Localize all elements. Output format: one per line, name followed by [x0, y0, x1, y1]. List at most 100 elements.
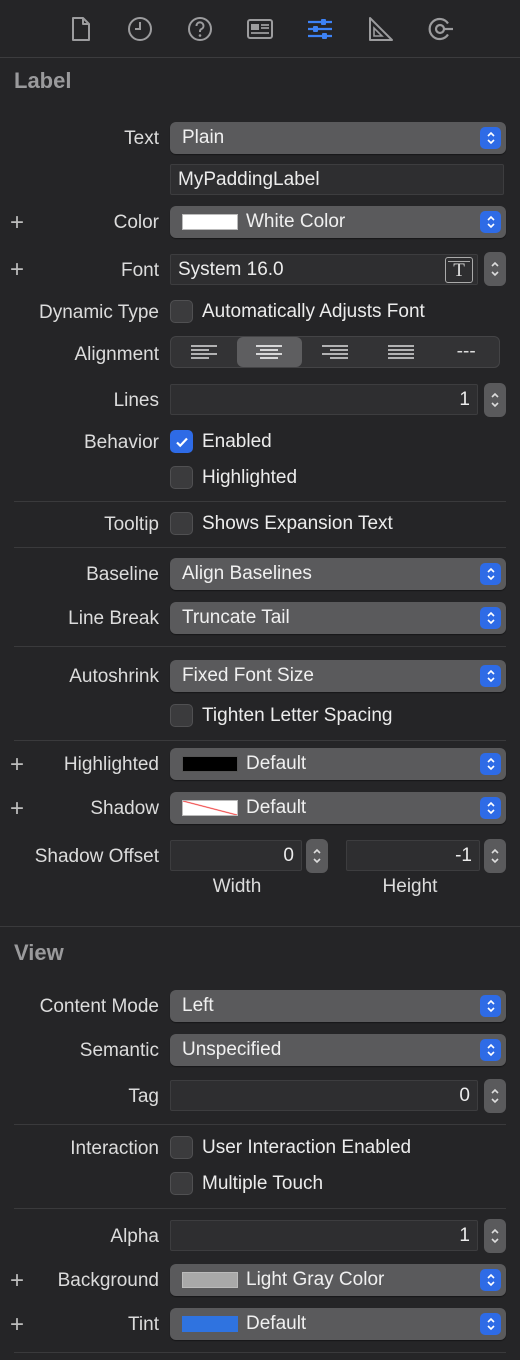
- stepper-arrows-icon: [313, 848, 321, 864]
- tag-stepper[interactable]: [484, 1079, 506, 1113]
- stepper-arrows-icon: [491, 848, 499, 864]
- chevron-updown-icon: [480, 1039, 501, 1061]
- history-icon: [128, 16, 152, 41]
- align-natural-label: ---: [456, 341, 476, 362]
- dynamic-type-option-label: Automatically Adjusts Font: [202, 301, 425, 322]
- color-popup[interactable]: White Color: [170, 206, 506, 238]
- highlighted-checkbox[interactable]: [170, 466, 193, 489]
- help-inspector-tab[interactable]: [170, 0, 230, 58]
- semantic-popup[interactable]: Unspecified: [170, 1034, 506, 1066]
- font-picker-icon[interactable]: T: [445, 257, 473, 283]
- history-inspector-tab[interactable]: [110, 0, 170, 58]
- text-type-popup[interactable]: Plain: [170, 122, 506, 154]
- file-inspector-tab[interactable]: [50, 0, 110, 58]
- baseline-popup[interactable]: Align Baselines: [170, 558, 506, 590]
- chevron-updown-icon: [480, 1313, 501, 1335]
- connections-icon: [428, 17, 453, 40]
- dynamic-type-checkbox[interactable]: [170, 300, 193, 323]
- stepper-arrows-icon: [491, 1088, 499, 1104]
- enabled-option-label: Enabled: [202, 431, 272, 452]
- content-mode-value: Left: [182, 995, 214, 1016]
- autoshrink-popup[interactable]: Fixed Font Size: [170, 660, 506, 692]
- tint-color-popup[interactable]: Default: [170, 1308, 506, 1340]
- shadow-offset-width-stepper[interactable]: [306, 839, 328, 873]
- chevron-updown-icon: [480, 995, 501, 1017]
- lines-field[interactable]: 1: [170, 384, 478, 415]
- add-shadow-variation-button[interactable]: +: [10, 797, 24, 821]
- add-font-variation-button[interactable]: +: [10, 258, 24, 282]
- add-color-variation-button[interactable]: +: [10, 211, 24, 235]
- color-swatch: [182, 214, 238, 230]
- chevron-updown-icon: [480, 753, 501, 775]
- size-icon: [369, 16, 393, 41]
- attributes-inspector-tab[interactable]: [290, 0, 350, 58]
- add-tint-variation-button[interactable]: +: [10, 1313, 24, 1337]
- highlighted-color-popup[interactable]: Default: [170, 748, 506, 780]
- user-interaction-checkbox[interactable]: [170, 1136, 193, 1159]
- align-natural-button[interactable]: ---: [433, 337, 499, 367]
- enabled-checkbox[interactable]: [170, 430, 193, 453]
- line-break-value: Truncate Tail: [182, 607, 290, 628]
- multiple-touch-label: Multiple Touch: [202, 1173, 324, 1194]
- alignment-segmented-control: ---: [170, 336, 500, 368]
- align-justified-button[interactable]: [368, 337, 434, 367]
- highlighted-color-label: Highlighted: [63, 754, 159, 775]
- alpha-stepper[interactable]: [484, 1219, 506, 1253]
- divider: [14, 646, 506, 647]
- color-value: White Color: [246, 211, 346, 232]
- background-label: Background: [57, 1270, 159, 1291]
- multiple-touch-checkbox[interactable]: [170, 1172, 193, 1195]
- shadow-offset-height-field[interactable]: -1: [346, 840, 480, 871]
- font-size-stepper[interactable]: [484, 252, 506, 286]
- font-field[interactable]: System 16.0: [170, 254, 478, 285]
- tag-label: Tag: [128, 1086, 159, 1107]
- align-left-icon: [190, 345, 217, 359]
- shadow-value: Default: [246, 797, 307, 818]
- add-highlighted-variation-button[interactable]: +: [10, 753, 24, 777]
- align-right-icon: [321, 345, 348, 359]
- align-left-button[interactable]: [171, 337, 237, 367]
- divider: [14, 1208, 506, 1209]
- text-content-value: MyPaddingLabel: [178, 168, 320, 190]
- inspector-tab-bar: [0, 0, 520, 58]
- autoshrink-label: Autoshrink: [69, 666, 159, 687]
- tooltip-option-label: Shows Expansion Text: [202, 513, 393, 534]
- line-break-label: Line Break: [68, 608, 159, 629]
- baseline-label: Baseline: [86, 564, 159, 585]
- alpha-label: Alpha: [110, 1226, 159, 1247]
- align-center-button[interactable]: [236, 337, 303, 367]
- identity-inspector-tab[interactable]: [230, 0, 290, 58]
- tint-label: Tint: [128, 1314, 159, 1335]
- shadow-offset-width-field[interactable]: 0: [170, 840, 302, 871]
- shadow-offset-height-stepper[interactable]: [484, 839, 506, 873]
- background-color-popup[interactable]: Light Gray Color: [170, 1264, 506, 1296]
- content-mode-popup[interactable]: Left: [170, 990, 506, 1022]
- text-content-field[interactable]: MyPaddingLabel: [170, 164, 504, 195]
- semantic-label: Semantic: [79, 1040, 159, 1061]
- size-inspector-tab[interactable]: [350, 0, 410, 58]
- add-background-variation-button[interactable]: +: [10, 1269, 24, 1293]
- identity-icon: [247, 18, 273, 39]
- divider: [14, 740, 506, 741]
- connections-inspector-tab[interactable]: [410, 0, 470, 58]
- shadow-offset-width-value: 0: [283, 844, 294, 866]
- tooltip-checkbox[interactable]: [170, 512, 193, 535]
- tighten-letter-spacing-checkbox[interactable]: [170, 704, 193, 727]
- divider: [14, 547, 506, 548]
- interaction-label: Interaction: [70, 1138, 159, 1159]
- alpha-field[interactable]: 1: [170, 1220, 478, 1251]
- file-icon: [72, 16, 90, 41]
- shadow-color-popup[interactable]: Default: [170, 792, 506, 824]
- tag-field[interactable]: 0: [170, 1080, 478, 1111]
- text-type-value: Plain: [182, 127, 225, 148]
- tag-value: 0: [459, 1084, 470, 1106]
- align-right-button[interactable]: [302, 337, 368, 367]
- chevron-updown-icon: [480, 607, 501, 629]
- lines-stepper[interactable]: [484, 383, 506, 417]
- no-color-swatch: [182, 800, 238, 816]
- height-caption: Height: [382, 876, 438, 897]
- checkmark-icon: [175, 437, 188, 447]
- background-color-value: Light Gray Color: [246, 1269, 385, 1290]
- highlighted-color-value: Default: [246, 753, 307, 774]
- line-break-popup[interactable]: Truncate Tail: [170, 602, 506, 634]
